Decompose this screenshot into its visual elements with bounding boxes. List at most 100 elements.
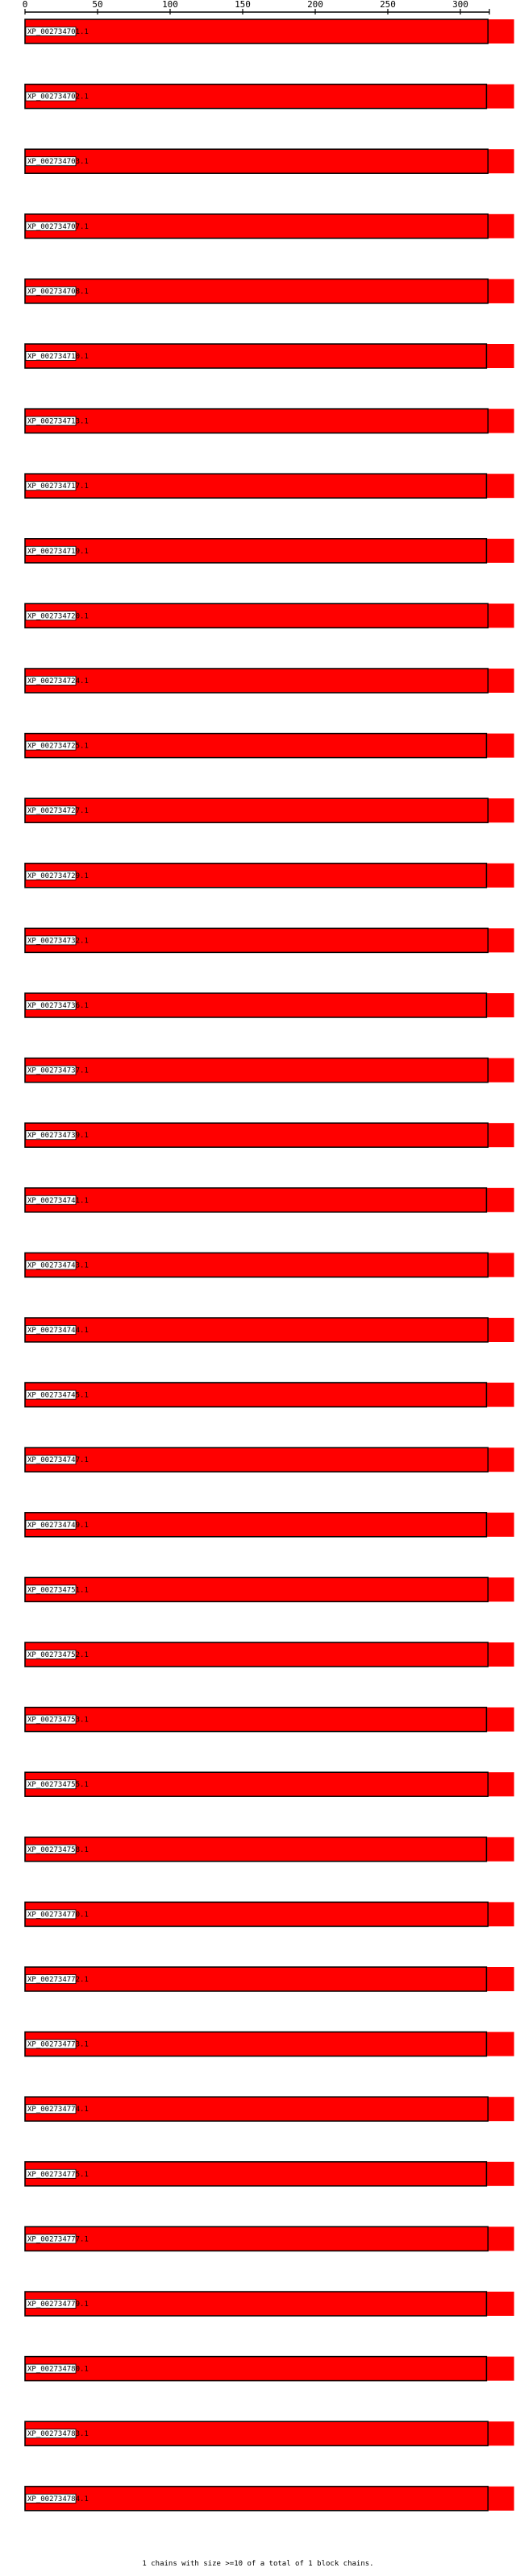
bar-label: XP_002734770.1 xyxy=(27,1911,89,1919)
bar-group: XP_002734727.1 xyxy=(24,797,514,823)
bar-group: XP_002734724.1 xyxy=(24,668,514,694)
bar-group: XP_002734770.1 xyxy=(24,1901,514,1928)
bar xyxy=(24,2355,488,2382)
bar-group: XP_002734772.1 xyxy=(24,1966,514,1992)
bar-label: XP_002734741.1 xyxy=(27,1197,89,1205)
bar-label: XP_002734773.1 xyxy=(27,2041,89,2049)
bar xyxy=(24,603,489,629)
bar-label: XP_002734701.1 xyxy=(27,28,89,36)
bar-label: XP_002734752.1 xyxy=(27,1651,89,1659)
bar-label: XP_002734783.1 xyxy=(27,2430,89,2438)
bar-group: XP_002734717.1 xyxy=(24,473,514,499)
bar-group: XP_002734777.1 xyxy=(24,2226,514,2252)
bar xyxy=(24,2161,488,2187)
bar-group: XP_002734708.1 xyxy=(24,278,514,304)
bar-label: XP_002734753.1 xyxy=(27,1717,89,1725)
bar xyxy=(24,1447,489,1472)
bar xyxy=(24,732,488,759)
bar-label: XP_002734749.1 xyxy=(27,1522,89,1530)
bar-label: XP_002734702.1 xyxy=(27,93,89,101)
bar-label: XP_002734758.1 xyxy=(27,1846,89,1854)
bar-label: XP_002734737.1 xyxy=(27,1067,89,1075)
bar-group: XP_002734719.1 xyxy=(24,538,514,564)
bar-group: XP_002734736.1 xyxy=(24,992,514,1018)
bar xyxy=(24,83,488,110)
bar-label: XP_002734707.1 xyxy=(27,223,89,231)
bar xyxy=(24,1837,488,1862)
bar-label: XP_002734719.1 xyxy=(27,548,89,556)
bar-group: XP_002734745.1 xyxy=(24,1381,514,1408)
x-tick-label: 250 xyxy=(380,0,396,10)
bar xyxy=(24,1317,489,1343)
bar-group: XP_002734780.1 xyxy=(24,2355,514,2382)
bar xyxy=(24,19,489,44)
bar-group: XP_002734747.1 xyxy=(24,1447,514,1472)
bar-label: XP_002734724.1 xyxy=(27,677,89,685)
x-tick-label: 200 xyxy=(307,0,323,10)
bar-group: XP_002734732.1 xyxy=(24,927,514,954)
x-tick-label: 50 xyxy=(92,0,102,10)
bar-group: XP_002734753.1 xyxy=(24,1706,514,1733)
bar-label: XP_002734779.1 xyxy=(27,2301,89,2309)
bar xyxy=(24,2486,489,2512)
bar-group: XP_002734744.1 xyxy=(24,1317,514,1343)
bar-group: XP_002734707.1 xyxy=(24,213,514,239)
bar xyxy=(24,1576,489,1603)
bar-label: XP_002734732.1 xyxy=(27,937,89,945)
bar xyxy=(24,2031,488,2057)
bar xyxy=(24,797,489,823)
bar-label: XP_002734745.1 xyxy=(27,1392,89,1400)
bar-group: XP_002734783.1 xyxy=(24,2421,514,2446)
x-tick-label: 100 xyxy=(162,0,178,10)
bar xyxy=(24,1512,488,1538)
bar-group: XP_002734729.1 xyxy=(24,863,514,888)
bar xyxy=(24,927,489,954)
bar-group: XP_002734701.1 xyxy=(24,19,514,44)
bar-label: XP_002734744.1 xyxy=(27,1327,89,1335)
bar-group: XP_002734725.1 xyxy=(24,732,514,759)
bar-group: XP_002734758.1 xyxy=(24,1837,514,1862)
bar-group: XP_002734710.1 xyxy=(24,343,514,369)
bar-label: XP_002734717.1 xyxy=(27,482,89,491)
bar-group: XP_002734737.1 xyxy=(24,1057,514,1083)
bar-group: XP_002734743.1 xyxy=(24,1252,514,1278)
bar xyxy=(24,213,489,239)
bar xyxy=(24,1381,488,1408)
bar xyxy=(24,1771,489,1797)
bar xyxy=(24,863,488,888)
bar-group: XP_002734752.1 xyxy=(24,1642,514,1667)
bar-group: XP_002734739.1 xyxy=(24,1122,514,1148)
x-tick-label: 300 xyxy=(452,0,468,10)
bar-group: XP_002734779.1 xyxy=(24,2291,514,2317)
bar xyxy=(24,538,488,564)
bar-label: XP_002734739.1 xyxy=(27,1132,89,1140)
bar-label: XP_002734713.1 xyxy=(27,418,89,426)
bar xyxy=(24,1057,489,1083)
bar xyxy=(24,1187,488,1213)
bar-label: XP_002734720.1 xyxy=(27,612,89,620)
bar-group: XP_002734773.1 xyxy=(24,2031,514,2057)
bar-label: XP_002734775.1 xyxy=(27,2171,89,2179)
bar xyxy=(24,473,488,499)
chain-chart: 0 50 100 150 200 250 300 XP_002734701.1XP_0027… xyxy=(23,0,514,2568)
bar xyxy=(24,2421,489,2446)
bar xyxy=(24,1966,488,1992)
bar-group: XP_002734775.1 xyxy=(24,2161,514,2187)
bar xyxy=(24,408,489,434)
bar-label: XP_002734743.1 xyxy=(27,1261,89,1269)
bar-label: XP_002734703.1 xyxy=(27,158,89,166)
bar-group: XP_002734755.1 xyxy=(24,1771,514,1797)
bar-label: XP_002734772.1 xyxy=(27,1976,89,1984)
bar-label: XP_002734729.1 xyxy=(27,872,89,880)
bars: XP_002734701.1 XP_002734702.1 XP_002734703… xyxy=(24,19,514,2512)
bar-label: XP_002734725.1 xyxy=(27,743,89,751)
bar xyxy=(24,148,489,174)
bar-label: XP_002734784.1 xyxy=(27,2495,89,2504)
bar-group: XP_002734741.1 xyxy=(24,1187,514,1213)
bar xyxy=(24,1706,488,1733)
bar-group: XP_002734784.1 xyxy=(24,2486,514,2512)
bar-label: XP_002734780.1 xyxy=(27,2366,89,2374)
bar xyxy=(24,1252,489,1278)
bar-group: XP_002734720.1 xyxy=(24,603,514,629)
bar-label: XP_002734727.1 xyxy=(27,807,89,815)
